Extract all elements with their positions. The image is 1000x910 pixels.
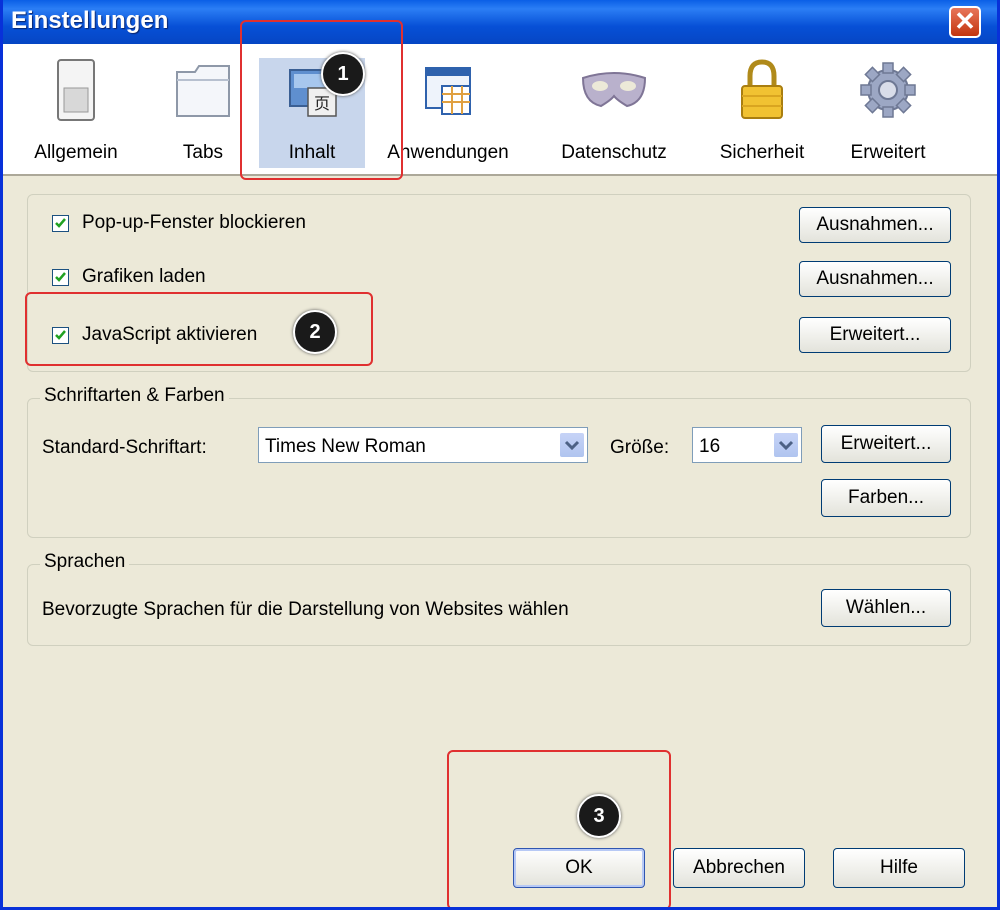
chevron-down-icon[interactable] bbox=[560, 433, 584, 457]
font-size-select[interactable]: 16 bbox=[692, 427, 802, 463]
tab-erweitert[interactable]: Erweitert bbox=[833, 58, 943, 168]
applications-icon bbox=[425, 67, 471, 115]
font-size-value: 16 bbox=[699, 436, 721, 457]
size-label: Größe: bbox=[610, 437, 670, 458]
gear-icon bbox=[860, 62, 916, 118]
popup-label[interactable]: Pop-up-Fenster blockieren bbox=[82, 212, 306, 234]
popup-exceptions-button[interactable]: Ausnahmen... bbox=[799, 207, 951, 243]
checkmark-icon bbox=[55, 272, 66, 282]
default-font-value: Times New Roman bbox=[265, 436, 426, 457]
popup-checkbox[interactable] bbox=[52, 215, 69, 232]
tab-label: Allgemein bbox=[34, 142, 118, 163]
chevron-down-icon[interactable] bbox=[774, 433, 798, 457]
help-button[interactable]: Hilfe bbox=[833, 848, 965, 888]
window-title: Einstellungen bbox=[11, 7, 169, 34]
switch-icon bbox=[57, 59, 95, 121]
fonts-advanced-button[interactable]: Erweitert... bbox=[821, 425, 951, 463]
highlight-box-1 bbox=[240, 20, 403, 180]
settings-dialog: Einstellungen ✕ Allgemein Tabs 页 Inhalt … bbox=[0, 0, 1000, 910]
tab-label: Datenschutz bbox=[561, 142, 667, 163]
step-marker-2: 2 bbox=[293, 310, 337, 354]
tab-datenschutz[interactable]: Datenschutz bbox=[549, 58, 679, 168]
tab-label: Tabs bbox=[182, 142, 224, 163]
mask-icon bbox=[581, 72, 647, 108]
languages-description: Bevorzugte Sprachen für die Darstellung … bbox=[42, 599, 569, 620]
images-checkbox[interactable] bbox=[52, 269, 69, 286]
languages-group-title: Sprachen bbox=[40, 551, 130, 573]
choose-languages-button[interactable]: Wählen... bbox=[821, 589, 951, 627]
default-font-label: Standard-Schriftart: bbox=[42, 437, 207, 458]
step-marker-3: 3 bbox=[577, 794, 621, 838]
padlock-icon bbox=[741, 59, 783, 119]
title-bar[interactable]: Einstellungen ✕ bbox=[3, 0, 997, 44]
tab-sicherheit[interactable]: Sicherheit bbox=[707, 58, 817, 168]
tab-label: Erweitert bbox=[850, 142, 926, 163]
tab-tabs[interactable]: Tabs bbox=[163, 58, 243, 168]
images-label[interactable]: Grafiken laden bbox=[82, 266, 206, 288]
category-toolbar: Allgemein Tabs 页 Inhalt Anwendungen Date… bbox=[3, 44, 997, 176]
tab-label: Sicherheit bbox=[719, 142, 805, 163]
cancel-button[interactable]: Abbrechen bbox=[673, 848, 805, 888]
step-marker-1: 1 bbox=[321, 52, 365, 96]
colors-button[interactable]: Farben... bbox=[821, 479, 951, 517]
close-button[interactable]: ✕ bbox=[949, 6, 981, 38]
images-exceptions-button[interactable]: Ausnahmen... bbox=[799, 261, 951, 297]
fonts-colors-group: Schriftarten & Farben Standard-Schriftar… bbox=[27, 385, 971, 538]
highlight-box-3 bbox=[447, 750, 671, 907]
languages-group: Sprachen Bevorzugte Sprachen für die Dar… bbox=[27, 551, 971, 646]
folder-icon bbox=[176, 65, 230, 117]
javascript-advanced-button[interactable]: Erweitert... bbox=[799, 317, 951, 353]
fonts-group-title: Schriftarten & Farben bbox=[40, 385, 229, 407]
default-font-select[interactable]: Times New Roman bbox=[258, 427, 588, 463]
checkmark-icon bbox=[55, 218, 66, 228]
tab-allgemein[interactable]: Allgemein bbox=[31, 58, 121, 168]
